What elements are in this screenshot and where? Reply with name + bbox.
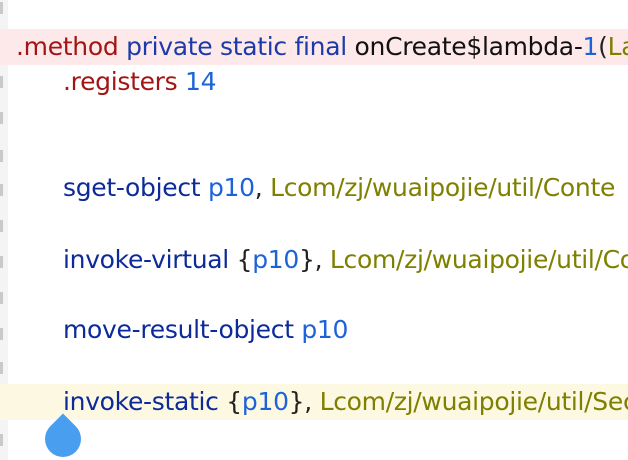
type-reference: Lcom/zj/wuaipojie/util/Conte — [270, 173, 616, 202]
gutter-tick — [0, 112, 3, 124]
code-line-invoke-virtual[interactable]: invoke-virtual {p10}, Lcom/zj/wuaipojie/… — [0, 242, 628, 278]
close-brace: }, — [288, 387, 313, 416]
method-name: onCreate$lambda- — [354, 32, 583, 61]
gutter-tick — [0, 434, 3, 446]
gutter-tick — [0, 150, 3, 162]
text-cursor-handle-icon[interactable] — [37, 413, 89, 460]
close-brace: }, — [298, 245, 323, 274]
gutter-tick — [0, 292, 3, 304]
open-paren: ( — [598, 32, 608, 61]
open-brace: { — [226, 387, 242, 416]
code-line-move-result-object[interactable]: move-result-object p10 — [0, 312, 628, 348]
code-line-invoke-static[interactable]: invoke-static {p10}, Lcom/zj/wuaipojie/u… — [0, 384, 628, 420]
modifier-private: private — [126, 32, 213, 61]
opcode: sget-object — [63, 173, 201, 202]
type-reference: Lcom/zj/wuaipojie/util/Sec — [319, 387, 628, 416]
register: p10 — [252, 245, 299, 274]
gutter-tick — [0, 2, 3, 14]
open-brace: { — [236, 245, 253, 274]
code-line-registers[interactable]: .registers 14 — [0, 64, 628, 100]
code-line-sget-object[interactable]: sget-object p10, Lcom/zj/wuaipojie/util/… — [0, 170, 628, 206]
smali-code-editor[interactable]: .method private static final onCreate$la… — [0, 0, 628, 460]
gutter-tick — [0, 362, 3, 374]
type-reference: Lcom/zj/wuaipojie/util/Co — [329, 245, 628, 274]
param-type: La — [607, 32, 628, 61]
modifier-final: final — [294, 32, 348, 61]
registers-count: 14 — [185, 67, 217, 96]
registers-directive: .registers — [63, 67, 178, 96]
opcode: invoke-virtual — [63, 245, 229, 274]
separator: , — [254, 173, 263, 202]
register: p10 — [207, 173, 255, 202]
code-line-method-declaration[interactable]: .method private static final onCreate$la… — [0, 29, 628, 65]
register: p10 — [241, 387, 289, 416]
method-name-number: 1 — [582, 32, 599, 61]
gutter-tick — [0, 220, 3, 232]
opcode: invoke-static — [63, 387, 219, 416]
modifier-static: static — [220, 32, 287, 61]
register: p10 — [301, 315, 349, 344]
method-directive: .method — [16, 32, 119, 61]
opcode: move-result-object — [63, 315, 294, 344]
